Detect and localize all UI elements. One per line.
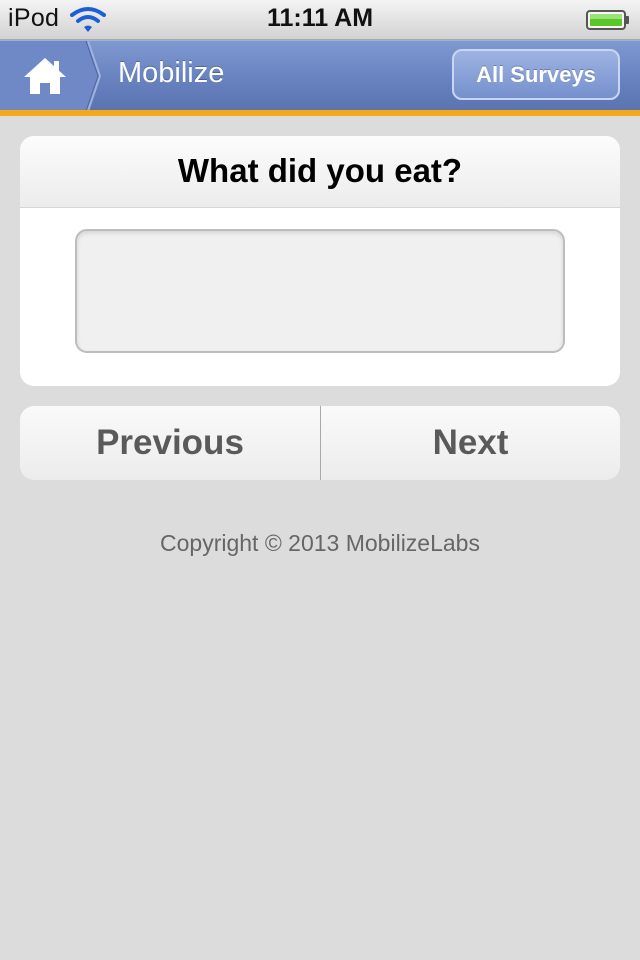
app-title: Mobilize: [118, 57, 225, 89]
answer-input[interactable]: [75, 229, 565, 353]
all-surveys-button[interactable]: All Surveys: [452, 49, 620, 100]
home-button[interactable]: [0, 41, 104, 111]
question-title: What did you eat?: [177, 152, 463, 189]
question-header: What did you eat?: [20, 136, 620, 208]
status-bar: iPod 11:11 AM: [0, 0, 640, 40]
previous-button[interactable]: Previous: [20, 406, 320, 480]
copyright-text: Copyright © 2013 MobilizeLabs: [160, 530, 480, 556]
survey-navigation: Previous Next: [20, 406, 620, 480]
battery-icon: [586, 10, 630, 30]
question-card: What did you eat?: [20, 136, 620, 386]
header-accent-bar: [0, 110, 640, 116]
app-header: Mobilize All Surveys: [0, 40, 640, 111]
home-icon: [22, 56, 68, 96]
next-button[interactable]: Next: [321, 406, 620, 480]
status-time: 11:11 AM: [266, 4, 374, 32]
